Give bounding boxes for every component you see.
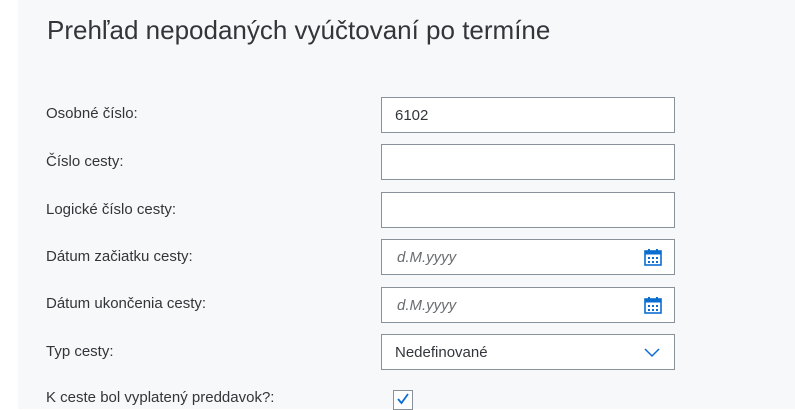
trip-type-select[interactable]: Nedefinované: [381, 334, 675, 370]
trip-number-label: Číslo cesty:: [46, 153, 124, 170]
trip-number-field[interactable]: [381, 144, 675, 180]
trip-type-value: Nedefinované: [395, 344, 488, 361]
calendar-icon[interactable]: [644, 297, 662, 314]
personal-number-field[interactable]: 6102: [381, 97, 675, 133]
trip-end-date-placeholder: d.M.yyyy: [397, 297, 457, 314]
personal-number-label: Osobné číslo:: [46, 105, 138, 122]
checkmark-icon: [397, 393, 409, 405]
chevron-down-icon[interactable]: [644, 348, 660, 358]
trip-start-date-field[interactable]: d.M.yyyy: [381, 239, 675, 275]
logical-trip-number-label: Logické číslo cesty:: [46, 201, 177, 218]
logical-trip-number-field[interactable]: [381, 192, 675, 228]
trip-start-date-placeholder: d.M.yyyy: [397, 249, 457, 266]
trip-end-date-label: Dátum ukončenia cesty:: [46, 295, 207, 312]
trip-end-date-field[interactable]: d.M.yyyy: [381, 287, 675, 323]
calendar-icon[interactable]: [644, 249, 662, 266]
trip-type-label: Typ cesty:: [46, 343, 114, 360]
advance-paid-label: K ceste bol vyplatený preddavok?:: [46, 389, 275, 406]
page-title: Prehľad nepodaných vyúčtovaní po termíne: [47, 15, 551, 45]
personal-number-value: 6102: [395, 107, 429, 124]
trip-start-date-label: Dátum začiatku cesty:: [46, 248, 193, 265]
advance-paid-checkbox[interactable]: [393, 390, 413, 410]
